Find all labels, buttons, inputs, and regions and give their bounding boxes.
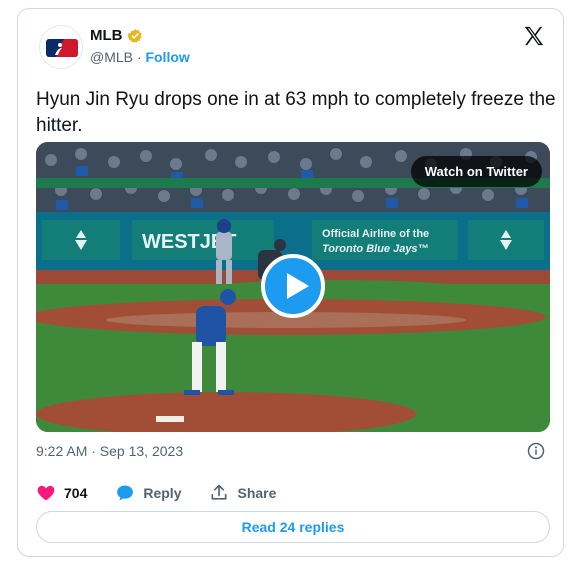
- author-name[interactable]: MLB: [90, 27, 123, 44]
- tweet-timestamp[interactable]: 9:22 AM · Sep 13, 2023: [36, 443, 183, 459]
- banner-right-line1: Official Airline of the: [322, 228, 429, 240]
- author-handle[interactable]: @MLB: [90, 49, 133, 65]
- play-icon[interactable]: [261, 254, 325, 318]
- video-media[interactable]: WESTJET Official Airline of the Toronto …: [36, 142, 550, 432]
- share-icon: [211, 484, 227, 500]
- handle-separator: ·: [136, 49, 142, 65]
- heart-icon: [37, 485, 55, 501]
- banner-right-line2: Toronto Blue Jays™: [322, 243, 429, 255]
- tweet-card: MLB @MLB · Follow Hyun Jin Ryu drops one…: [17, 8, 564, 557]
- follow-button[interactable]: Follow: [145, 49, 189, 65]
- reply-label: Reply: [143, 485, 182, 501]
- author-handle-row: @MLB · Follow: [90, 49, 190, 65]
- watch-on-twitter-button[interactable]: Watch on Twitter: [410, 156, 542, 187]
- tweet-actions: 704 Reply Share: [36, 483, 304, 503]
- author-name-row: MLB: [90, 27, 143, 44]
- verified-badge-icon: [126, 28, 142, 43]
- share-button[interactable]: Share: [209, 483, 276, 503]
- share-label: Share: [237, 485, 277, 501]
- x-logo-icon[interactable]: [523, 25, 545, 47]
- mlb-logo-avatar[interactable]: [39, 25, 83, 69]
- info-icon[interactable]: [527, 442, 545, 460]
- like-button[interactable]: 704: [36, 483, 87, 503]
- reply-bubble-icon: [117, 485, 134, 501]
- like-count: 704: [64, 485, 88, 501]
- tweet-text: Hyun Jin Ryu drops one in at 63 mph to c…: [36, 89, 556, 136]
- read-replies-button[interactable]: Read 24 replies: [36, 511, 550, 543]
- reply-button[interactable]: Reply: [115, 483, 181, 503]
